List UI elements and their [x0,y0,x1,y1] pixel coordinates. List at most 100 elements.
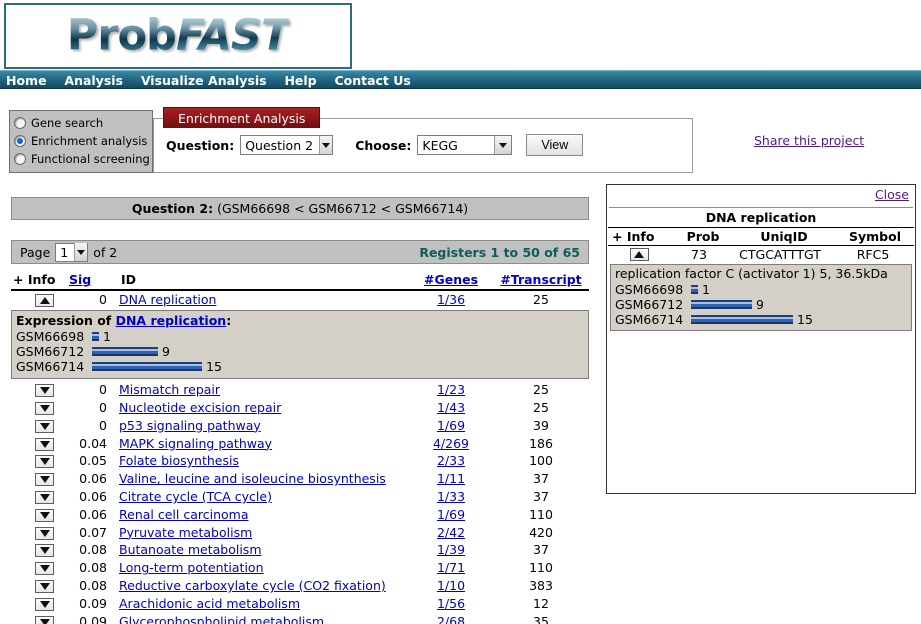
expression-bar [691,300,752,309]
genes-count-link[interactable]: 1/71 [437,560,465,575]
expand-toggle-icon[interactable] [35,420,54,433]
expand-toggle-icon[interactable] [35,598,54,611]
expand-toggle-icon[interactable] [35,455,54,468]
page-label: Page [20,245,50,260]
close-panel-link[interactable]: Close [875,187,909,202]
column-header-info: + Info [11,272,69,287]
expand-toggle-icon[interactable] [35,544,54,557]
nav-visualize-analysis[interactable]: Visualize Analysis [141,71,267,88]
genes-count-link[interactable]: 2/33 [437,453,465,468]
row-genes-cell: 1/11 [409,471,493,486]
chevron-down-icon[interactable] [319,136,332,154]
radio-icon-enrichment-analysis[interactable] [14,135,26,147]
pathway-link[interactable]: DNA replication [119,292,216,307]
pathway-link[interactable]: Valine, leucine and isoleucine biosynthe… [119,471,386,486]
expand-toggle-icon[interactable] [35,509,54,522]
table-row: 0.09Glycerophospholipid metabolism2/6835 [11,612,589,624]
row-id-cell: Mismatch repair [111,382,409,397]
column-header-sig[interactable]: Sig [69,272,91,287]
choose-select[interactable]: KEGG [417,135,512,155]
radio-functional-screening[interactable]: Functional screening [14,150,152,168]
row-transcript-value: 35 [493,614,589,624]
pathway-link[interactable]: Reductive carboxylate cycle (CO2 fixatio… [119,578,386,593]
genes-count-link[interactable]: 1/36 [437,292,465,307]
expand-toggle-icon[interactable] [35,491,54,504]
genes-count-link[interactable]: 1/69 [437,507,465,522]
expression-detail-panel: Expression of DNA replication:GSM666981G… [11,310,589,379]
pathway-link[interactable]: Pyruvate metabolism [119,525,252,540]
gene-description: replication factor C (activator 1) 5, 36… [615,266,907,281]
nav-home[interactable]: Home [6,71,47,88]
row-genes-cell: 1/56 [409,596,493,611]
expand-toggle-icon[interactable] [35,616,54,624]
row-sig-value: 0.08 [67,542,111,557]
pathway-link[interactable]: Folate biosynthesis [119,453,239,468]
expand-toggle-icon[interactable] [35,438,54,451]
collapse-toggle-icon[interactable] [630,248,649,261]
genes-count-link[interactable]: 1/33 [437,489,465,504]
genes-count-link[interactable]: 2/68 [437,614,465,624]
genes-count-link[interactable]: 1/43 [437,400,465,415]
expand-toggle-icon[interactable] [35,562,54,575]
radio-enrichment-analysis[interactable]: Enrichment analysis [14,132,152,150]
row-id-cell: Folate biosynthesis [111,453,409,468]
enrichment-analysis-tab[interactable]: Enrichment Analysis [163,107,320,128]
radio-gene-search[interactable]: Gene search [14,114,152,132]
expand-toggle-icon[interactable] [35,473,54,486]
panel-cell-uniqid: CTGCATTTGT [728,247,832,262]
genes-count-link[interactable]: 1/39 [437,542,465,557]
chevron-down-icon[interactable] [74,243,87,261]
genes-count-link[interactable]: 2/42 [437,525,465,540]
row-genes-cell: 1/23 [409,382,493,397]
pathway-link[interactable]: Nucleotide excision repair [119,400,281,415]
pathway-link[interactable]: Citrate cycle (TCA cycle) [119,489,272,504]
pathway-link[interactable]: MAPK signaling pathway [119,436,272,451]
column-header-transcript[interactable]: #Transcript [500,272,581,287]
expression-chart: GSM666981GSM667129GSM6671415 [16,329,584,374]
table-row: 0DNA replication1/3625 [11,291,589,309]
expand-toggle-icon[interactable] [35,402,54,415]
row-sig-value: 0.08 [67,560,111,575]
expression-bar-row: GSM6671415 [615,312,907,327]
row-id-cell: p53 signaling pathway [111,418,409,433]
nav-analysis[interactable]: Analysis [64,71,123,88]
expand-toggle-icon[interactable] [35,527,54,540]
page-select[interactable]: 1 [55,243,88,262]
genes-count-link[interactable]: 4/269 [433,436,469,451]
radio-label-functional-screening: Functional screening [31,152,150,166]
row-info-cell [11,542,67,557]
pathway-link[interactable]: Mismatch repair [119,382,220,397]
question-select[interactable]: Question 2 [240,135,333,155]
collapse-toggle-icon[interactable] [35,294,54,307]
genes-count-link[interactable]: 1/23 [437,382,465,397]
genes-count-link[interactable]: 1/56 [437,596,465,611]
genes-count-link[interactable]: 1/10 [437,578,465,593]
pathway-link[interactable]: Glycerophospholipid metabolism [119,614,324,624]
nav-contact-us[interactable]: Contact Us [334,71,410,88]
pathway-link[interactable]: Long-term potentiation [119,560,264,575]
pathway-link[interactable]: Renal cell carcinoma [119,507,248,522]
expression-bar-row: GSM667129 [16,344,584,359]
row-info-cell [11,525,67,540]
expand-toggle-icon[interactable] [35,384,54,397]
view-button[interactable]: View [526,134,583,156]
pathway-link[interactable]: Arachidonic acid metabolism [119,596,300,611]
expression-bar-label: GSM66712 [615,297,691,312]
main-navigation: Home Analysis Visualize Analysis Help Co… [0,70,921,89]
chevron-down-icon[interactable] [494,136,511,154]
nav-help[interactable]: Help [284,71,316,88]
pathway-link[interactable]: Butanoate metabolism [119,542,262,557]
logo: ProbFAST [4,3,352,69]
share-this-project-link[interactable]: Share this project [754,133,864,148]
expression-title-prefix: Expression of [16,313,116,328]
genes-count-link[interactable]: 1/11 [437,471,465,486]
pathway-link[interactable]: p53 signaling pathway [119,418,261,433]
expression-title-link[interactable]: DNA replication [116,313,227,328]
expand-toggle-icon[interactable] [35,580,54,593]
radio-icon-functional-screening[interactable] [14,153,26,165]
genes-count-link[interactable]: 1/69 [437,418,465,433]
radio-icon-gene-search[interactable] [14,117,26,129]
row-genes-cell: 1/36 [409,292,493,307]
column-header-genes[interactable]: #Genes [424,272,478,287]
question-header-prefix: Question 2: [132,201,213,216]
